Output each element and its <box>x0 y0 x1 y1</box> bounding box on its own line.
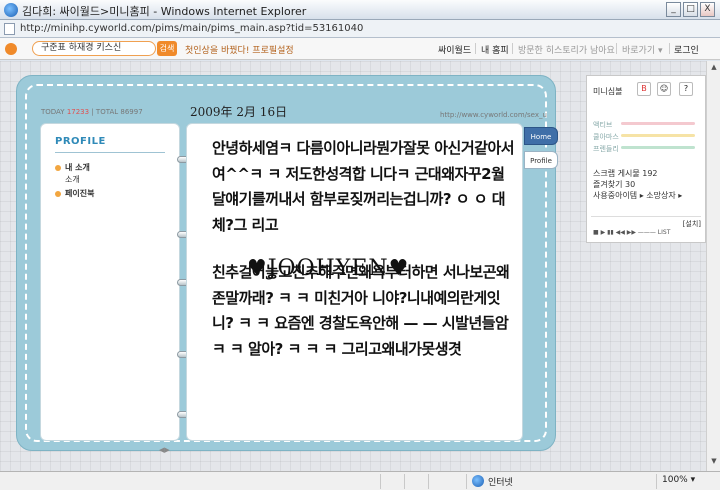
profile-page: PROFILE 내 소개 소개 페이진북 ◀▶ <box>40 123 180 454</box>
menu-item-intro[interactable]: 소개 <box>65 174 80 185</box>
today-count: 17233 <box>66 108 90 116</box>
stat-bar-friendly <box>621 146 695 149</box>
profile-title: PROFILE <box>55 136 106 147</box>
tab-profile[interactable]: Profile <box>524 151 558 169</box>
address-bar[interactable]: http://minihp.cyworld.com/pims/main/pims… <box>0 20 720 38</box>
status-cell <box>428 474 429 489</box>
nav-cyworld[interactable]: 싸이월드 <box>438 43 471 56</box>
window-titlebar: 김다희: 싸이월드>미니홈피 - Windows Internet Explor… <box>0 0 720 20</box>
maximize-button[interactable]: □ <box>683 2 698 17</box>
bgm-player: [설치] ■ ▶ ▮▮ ◀◀ ▶▶ ——— LIST <box>591 216 701 238</box>
nav-divider <box>475 43 476 54</box>
stat-bar-cool <box>621 134 695 137</box>
bullet-icon <box>55 164 61 171</box>
post-body: 안녕하세염ㅋ 다름이아니라뭔가잘못 아신거같아서여^^ㅋ ㅋ 저도한성격합 니다… <box>212 136 517 362</box>
player-setting-button[interactable]: [설치] <box>683 219 701 229</box>
today-label: TODAY <box>41 108 65 116</box>
total-count: 86997 <box>120 108 143 116</box>
search-logo-icon <box>5 43 17 55</box>
tab-home[interactable]: Home <box>524 127 558 145</box>
scroll-down-icon[interactable]: ▼ <box>709 457 719 467</box>
nav-shortcut[interactable]: 바로가기 ▾ <box>622 43 663 56</box>
stat-friendly: 프렌들리 <box>593 145 619 153</box>
menu-item-about-me[interactable]: 내 소개 <box>55 162 90 173</box>
nav-divider <box>616 43 617 54</box>
post-paragraph-1: 안녕하세염ㅋ 다름이아니라뭔가잘못 아신거같아서여^^ㅋ ㅋ 저도한성격합 니다… <box>212 139 515 234</box>
items-link[interactable]: 사용중아이템 ▸ 소망상자 ▸ <box>593 190 682 201</box>
side-panel: 미니심볼 B ☺ ? 액티브 쿨아마스 프렌들리 스크랩 게시물 192 즐겨찾… <box>586 75 706 243</box>
status-cell <box>656 474 657 489</box>
nav-history[interactable]: 방문한 히스토리가 남아요 <box>518 43 615 56</box>
cyworld-topbar: 구준표 하재경 키스신 검색 첫인상을 바꿨다! 프로필설정 싸이월드 내 홈피… <box>0 38 720 60</box>
player-controls[interactable]: ■ ▶ ▮▮ ◀◀ ▶▶ ——— LIST <box>593 229 670 236</box>
page-viewport: TODAY 17233 | TOTAL 86997 2009年 2月 16日 h… <box>0 61 706 471</box>
minimize-button[interactable]: _ <box>666 2 681 17</box>
notice-link[interactable]: 첫인상을 바꿨다! 프로필설정 <box>185 43 294 56</box>
status-cell <box>404 474 405 489</box>
ie-icon <box>4 3 18 17</box>
avatar-icon[interactable]: ☺ <box>657 82 671 96</box>
post-date: 2009年 2月 16日 <box>190 105 288 119</box>
stat-active: 액티브 <box>593 121 613 129</box>
nav-divider <box>669 43 670 54</box>
search-button[interactable]: 검색 <box>157 41 177 56</box>
zone-label: 인터넷 <box>488 478 513 488</box>
nav-divider <box>512 43 513 54</box>
login-link[interactable]: 로그인 <box>674 43 699 56</box>
zoom-level[interactable]: 100% ▾ <box>662 475 695 485</box>
total-label: TOTAL <box>95 108 119 116</box>
menu-item-paper[interactable]: 페이진북 <box>55 188 94 199</box>
stat-cool: 쿨아마스 <box>593 133 619 141</box>
visitor-counter: TODAY 17233 | TOTAL 86997 <box>41 108 143 116</box>
favorites-count[interactable]: 즐겨찾기 30 <box>593 179 635 190</box>
status-cell <box>380 474 381 489</box>
url-text[interactable]: http://minihp.cyworld.com/pims/main/pims… <box>20 23 363 34</box>
page-icon <box>4 23 15 35</box>
help-icon[interactable]: ? <box>679 82 693 96</box>
scroll-up-icon[interactable]: ▲ <box>709 63 719 73</box>
bullet-icon <box>55 190 61 197</box>
homepage-url[interactable]: http://www.cyworld.com/sex_u <box>440 111 547 119</box>
status-bar: 인터넷 100% ▾ <box>0 471 720 490</box>
status-cell <box>466 474 467 489</box>
vertical-scrollbar[interactable]: ▲ ▼ <box>706 61 720 471</box>
side-panel-title: 미니심볼 <box>593 87 623 96</box>
scrap-count[interactable]: 스크랩 게시물 192 <box>593 168 658 179</box>
internet-zone-icon <box>472 475 484 487</box>
stat-bar-active <box>621 122 695 125</box>
close-button[interactable]: X <box>700 2 715 17</box>
window-title: 김다희: 싸이월드>미니홈피 - Windows Internet Explor… <box>22 5 307 18</box>
counter-divider: | <box>91 108 94 116</box>
nav-my-homepage[interactable]: 내 홈피 <box>481 43 509 56</box>
search-input[interactable]: 구준표 하재경 키스신 <box>32 41 156 56</box>
symbol-b-icon[interactable]: B <box>637 82 651 96</box>
post-page: 안녕하세염ㅋ 다름이아니라뭔가잘못 아신거같아서여^^ㅋ ㅋ 저도한성격합 니다… <box>186 123 523 441</box>
pager-arrows[interactable]: ◀▶ <box>159 446 170 454</box>
profile-divider <box>55 152 165 153</box>
signature-text: ♥JOOHYEN♥ <box>247 256 410 281</box>
